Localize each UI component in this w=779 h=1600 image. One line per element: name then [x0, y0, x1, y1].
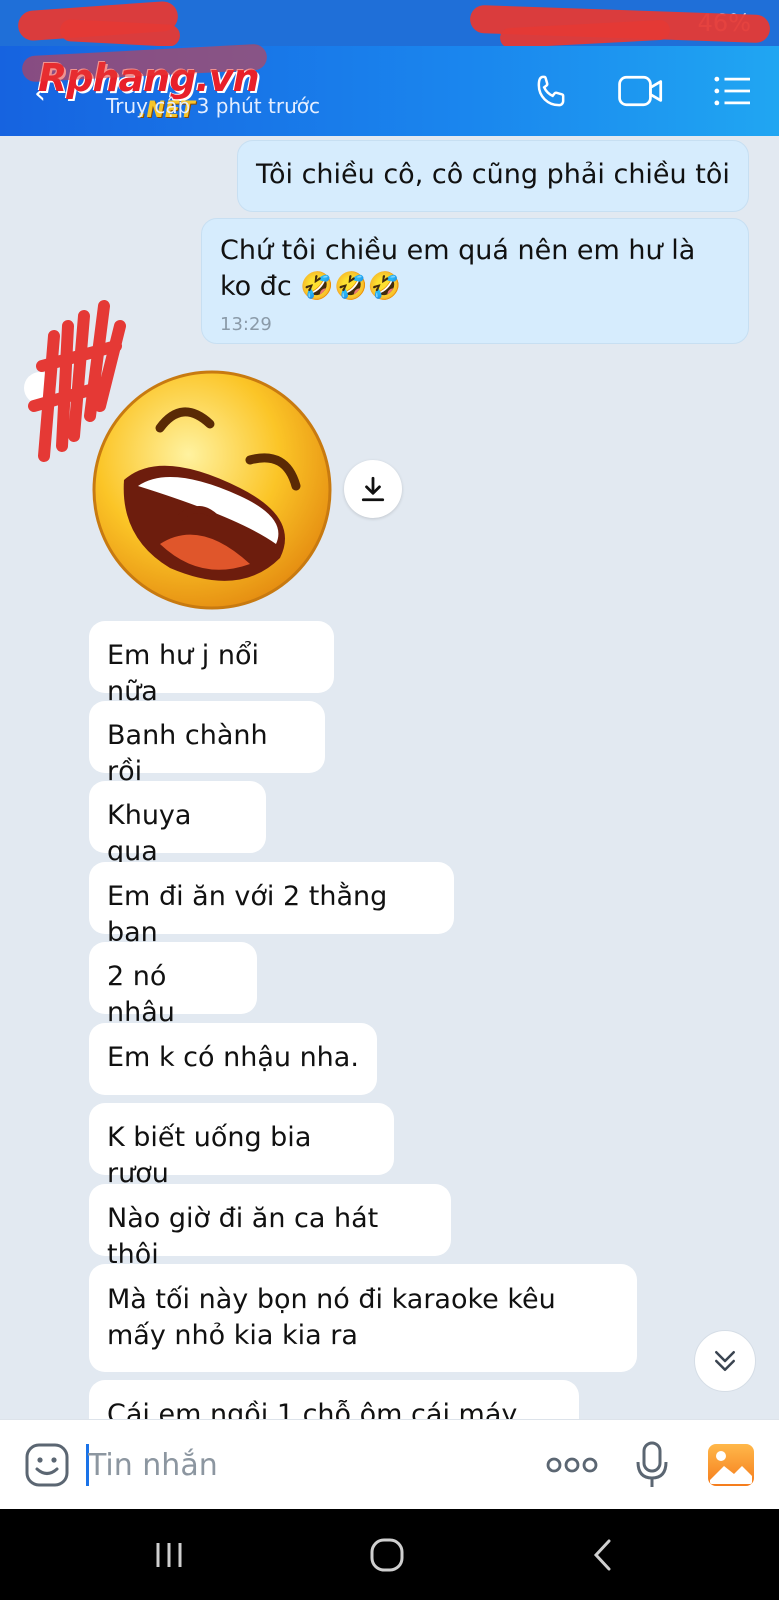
last-seen-status: Truy cập 3 phút trước: [106, 94, 320, 118]
incoming-message[interactable]: Cái em ngồi 1 chỗ ôm cái máy hát: [89, 1380, 579, 1419]
chat-header: ‹ Rphang.vn .NET Truy cập 3 phút trước: [0, 43, 779, 136]
video-call-button[interactable]: [616, 68, 666, 114]
incoming-message[interactable]: Em hư j nổi nữa: [89, 621, 334, 707]
emoji-button[interactable]: [24, 1442, 70, 1492]
incoming-message[interactable]: K biết uống bia rượu: [89, 1103, 394, 1189]
incoming-message[interactable]: 2 nó nhậu: [89, 942, 257, 1028]
download-icon: [361, 476, 385, 502]
message-text: Tôi chiều cô, cô cũng phải chiều tôi: [256, 159, 730, 190]
image-gallery-icon: [708, 1444, 754, 1486]
message-text: Banh chành rồi: [107, 720, 268, 787]
message-text: Cái em ngồi 1 chỗ ôm cái máy hát: [107, 1399, 518, 1419]
download-button[interactable]: [344, 460, 402, 518]
message-text: K biết uống bia rượu: [107, 1122, 312, 1189]
outgoing-message[interactable]: Chứ tôi chiều em quá nên em hư là ko đc …: [201, 218, 749, 344]
emoji-icon: [25, 1443, 69, 1487]
voice-call-button[interactable]: [528, 68, 578, 114]
message-timestamp: 13:29: [220, 314, 272, 335]
message-text: 2 nó nhậu: [107, 961, 175, 1028]
incoming-message[interactable]: Khuya qua: [89, 781, 266, 867]
menu-list-icon: [714, 76, 750, 106]
status-bar: 46%: [0, 0, 779, 49]
incoming-message[interactable]: Mà tối này bọn nó đi karaoke kêu mấy nhỏ…: [89, 1264, 637, 1372]
message-text: Em hư j nổi nữa: [107, 640, 259, 707]
incoming-message[interactable]: Nào giờ đi ăn ca hát thôi: [89, 1184, 451, 1270]
system-navigation-bar: [0, 1509, 779, 1600]
message-text: Em k có nhậu nha.: [107, 1042, 359, 1073]
microphone-icon: [636, 1441, 668, 1487]
outgoing-message[interactable]: Tôi chiều cô, cô cũng phải chiều tôi: [237, 140, 749, 212]
home-icon: [370, 1538, 404, 1572]
scroll-to-bottom-button[interactable]: [694, 1330, 756, 1392]
nav-back-button[interactable]: [578, 1535, 628, 1575]
message-text: Mà tối này bọn nó đi karaoke kêu mấy nhỏ…: [107, 1284, 556, 1351]
options-menu-button[interactable]: [708, 68, 758, 114]
voice-message-button[interactable]: [634, 1440, 670, 1494]
more-options-button[interactable]: [546, 1450, 598, 1484]
message-input-bar: [0, 1419, 779, 1509]
phone-icon: [537, 75, 565, 107]
incoming-message[interactable]: Em đi ăn với 2 thằng bạn: [89, 862, 454, 948]
recent-apps-icon: [156, 1543, 182, 1567]
message-text: Nào giờ đi ăn ca hát thôi: [107, 1203, 379, 1270]
send-image-button[interactable]: [706, 1442, 756, 1492]
message-text: Khuya qua: [107, 800, 192, 867]
incoming-message[interactable]: Banh chành rồi: [89, 701, 325, 787]
double-chevron-down-icon: [715, 1351, 735, 1371]
message-list[interactable]: Tôi chiều cô, cô cũng phải chiều tôi Chứ…: [0, 136, 779, 1419]
message-text: Em đi ăn với 2 thằng bạn: [107, 881, 388, 948]
nav-back-icon: [593, 1539, 611, 1571]
more-dots-icon: [546, 1457, 598, 1473]
message-text: Chứ tôi chiều em quá nên em hư là ko đc …: [220, 235, 696, 302]
laughing-face-sticker[interactable]: [90, 368, 334, 612]
incoming-message[interactable]: Em k có nhậu nha.: [89, 1023, 377, 1095]
message-input[interactable]: [88, 1442, 518, 1488]
home-button[interactable]: [362, 1535, 412, 1575]
video-icon: [618, 75, 663, 107]
recent-apps-button[interactable]: [144, 1535, 194, 1575]
